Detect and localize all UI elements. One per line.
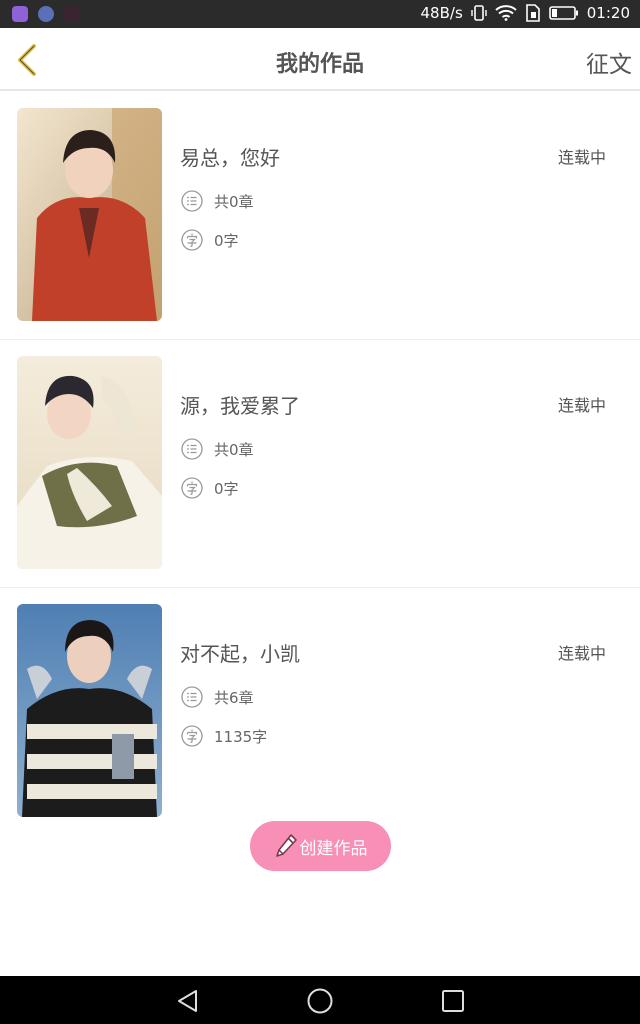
network-speed: 48B/s <box>420 4 463 22</box>
status-bar: 48B/s 01:20 <box>0 0 640 28</box>
vibrate-icon <box>471 4 487 22</box>
word-count: 0字 <box>214 479 239 498</box>
sim-icon <box>525 4 541 22</box>
work-cover-image[interactable] <box>17 604 162 817</box>
recents-square-icon <box>442 990 464 1012</box>
chapter-count-row: 共0章 <box>181 438 254 460</box>
notification-icons <box>12 6 80 22</box>
character-icon <box>181 725 203 747</box>
battery-icon <box>548 5 579 21</box>
list-icon <box>181 438 203 460</box>
app-header: 我的作品 征文 <box>0 28 640 91</box>
home-circle-icon <box>307 988 333 1014</box>
character-icon <box>181 229 203 251</box>
work-cover-image[interactable] <box>17 356 162 569</box>
work-title: 源，我爱累了 <box>180 394 300 418</box>
work-status: 连载中 <box>557 148 606 167</box>
works-list: 易总，您好 连载中 共0章 0字 源，我爱累了 连载中 共0章 0字 对不起，小… <box>0 92 640 836</box>
list-icon <box>181 190 203 212</box>
chapter-count-row: 共0章 <box>181 190 254 212</box>
wifi-icon <box>495 5 517 21</box>
page-title: 我的作品 <box>275 52 364 77</box>
chapter-count: 共0章 <box>214 192 254 211</box>
work-item[interactable]: 源，我爱累了 连载中 共0章 0字 <box>0 340 640 588</box>
work-title: 易总，您好 <box>180 146 280 170</box>
list-icon <box>181 686 203 708</box>
work-status: 连载中 <box>557 644 606 663</box>
clock: 01:20 <box>586 4 630 22</box>
chapter-count: 共6章 <box>214 688 254 707</box>
work-item[interactable]: 对不起，小凯 连载中 共6章 1135字 <box>0 588 640 836</box>
browser-app-icon <box>38 6 54 22</box>
chapter-count-row: 共6章 <box>181 686 254 708</box>
nav-recents-button[interactable] <box>438 986 468 1016</box>
word-count-row: 1135字 <box>181 725 267 747</box>
tiktok-app-icon <box>64 6 80 22</box>
word-count: 0字 <box>214 231 239 250</box>
work-cover-image[interactable] <box>17 108 162 321</box>
work-status: 连载中 <box>557 396 606 415</box>
pencil-icon <box>275 834 297 857</box>
word-count: 1135字 <box>214 727 268 746</box>
create-work-button[interactable]: 创建作品 <box>250 821 391 871</box>
create-work-label: 创建作品 <box>299 838 368 859</box>
character-icon <box>181 477 203 499</box>
work-title: 对不起，小凯 <box>180 642 300 666</box>
essay-contest-link[interactable]: 征文 <box>586 45 632 79</box>
work-item[interactable]: 易总，您好 连载中 共0章 0字 <box>0 92 640 340</box>
gallery-app-icon <box>12 6 28 22</box>
nav-back-button[interactable] <box>173 986 203 1016</box>
word-count-row: 0字 <box>181 477 239 499</box>
chapter-count: 共0章 <box>214 440 254 459</box>
back-triangle-icon <box>178 990 197 1012</box>
status-indicators: 48B/s 01:20 <box>421 4 630 22</box>
system-nav-bar <box>0 976 640 1024</box>
nav-home-button[interactable] <box>305 986 335 1016</box>
word-count-row: 0字 <box>181 229 239 251</box>
